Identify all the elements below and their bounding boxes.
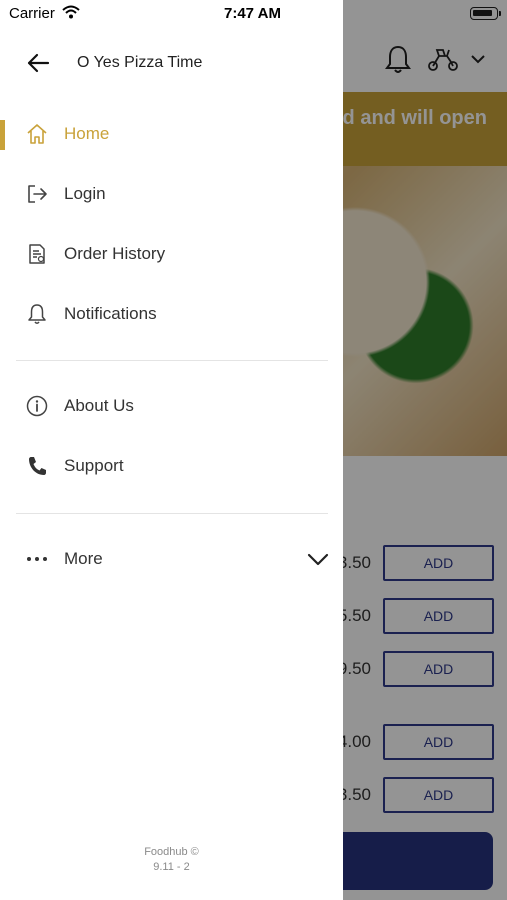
menu-item-about-us[interactable]: About Us — [0, 382, 343, 430]
menu-item-label: Login — [64, 184, 106, 203]
menu-item-more[interactable]: More — [0, 535, 343, 583]
home-icon — [27, 124, 47, 144]
store-name: O Yes Pizza Time — [77, 54, 203, 71]
menu-item-label: Home — [64, 124, 110, 143]
menu-item-order-history[interactable]: Order History — [0, 230, 343, 278]
menu-divider — [16, 513, 328, 514]
chevron-down-icon[interactable] — [306, 547, 330, 571]
active-indicator — [0, 120, 5, 150]
back-button[interactable] — [24, 50, 52, 76]
drawer-footer: Foodhub © 9.11 - 2 — [0, 845, 343, 875]
menu-item-label: Order History — [64, 244, 166, 263]
receipt-icon — [29, 244, 45, 264]
menu-item-label: More — [64, 549, 103, 568]
app-version: 9.11 - 2 — [153, 861, 190, 873]
status-bar: Carrier 7:47 AM — [0, 0, 343, 28]
side-drawer: Carrier 7:47 AM O Yes Pizza Time Home Lo… — [0, 0, 343, 900]
battery-tip — [499, 11, 501, 16]
phone-icon — [29, 457, 46, 475]
wifi-icon — [62, 5, 80, 19]
info-icon — [26, 395, 48, 417]
login-icon — [28, 185, 47, 203]
menu-divider — [16, 360, 328, 361]
clock: 7:47 AM — [224, 5, 281, 22]
menu-item-notifications[interactable]: Notifications — [0, 290, 343, 338]
menu-item-label: Notifications — [64, 304, 157, 323]
battery-icon — [470, 7, 498, 20]
more-dots-icon — [27, 557, 47, 561]
bell-icon — [28, 304, 46, 324]
arrow-left-icon — [27, 53, 50, 73]
carrier-label: Carrier — [9, 5, 55, 22]
brand-copyright: Foodhub © — [144, 846, 199, 858]
menu-item-label: About Us — [64, 396, 134, 415]
menu-item-login[interactable]: Login — [0, 170, 343, 218]
menu-item-label: Support — [64, 456, 124, 475]
menu-item-home[interactable]: Home — [0, 110, 343, 158]
menu-item-support[interactable]: Support — [0, 442, 343, 490]
drawer-header: O Yes Pizza Time — [0, 40, 343, 86]
